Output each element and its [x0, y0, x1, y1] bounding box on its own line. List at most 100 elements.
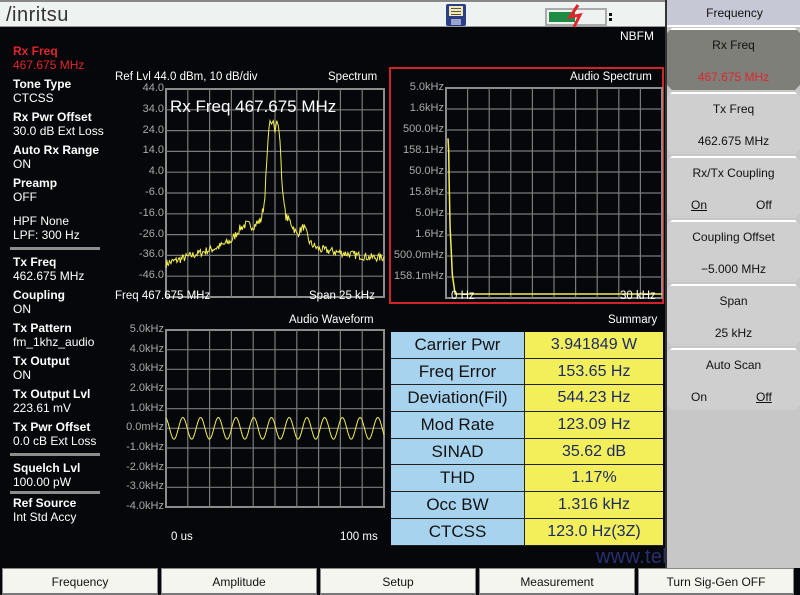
- param-tx-freq: Tx Freq 462.675 MHz: [13, 255, 113, 283]
- param-tx-pwr-offset: Tx Pwr Offset 0.0 cB Ext Loss: [13, 420, 113, 448]
- y-tick-label: 1.6Hz: [415, 228, 444, 240]
- divider: [10, 453, 100, 456]
- y-tick-label: 15.8Hz: [409, 186, 444, 198]
- summary-value: 544.23 Hz: [525, 385, 663, 412]
- softkey-tx-freq[interactable]: Tx Freq 462.675 MHz: [667, 92, 800, 154]
- summary-row-freq-error: Freq Error 153.65 Hz: [391, 358, 663, 386]
- option-on[interactable]: On: [691, 198, 707, 212]
- y-tick-label: -3.0kHz: [126, 480, 164, 493]
- softkey-value: 462.675 MHz: [697, 134, 770, 148]
- menu-measurement-button[interactable]: Measurement: [479, 568, 635, 595]
- summary-value: 3.941849 W: [525, 332, 663, 358]
- softkey-label: Span: [719, 294, 748, 308]
- param-value: ON: [13, 368, 31, 382]
- audio-spectrum-x-start: 0 Hz: [451, 290, 475, 302]
- param-label: Ref Source: [13, 496, 77, 510]
- y-tick-label: -2.0kHz: [126, 460, 164, 473]
- y-tick-label: 14.0: [142, 144, 164, 157]
- param-label: Auto Rx Range: [13, 143, 100, 157]
- menu-setup-button[interactable]: Setup: [320, 568, 476, 595]
- anritsu-logo: /inritsu: [6, 4, 69, 26]
- param-label: Squelch Lvl: [13, 461, 81, 475]
- param-label: Tx Freq: [13, 255, 57, 269]
- spectrum-span: Span 25 kHz: [309, 290, 375, 302]
- param-label: Tx Output Lvl: [13, 387, 91, 401]
- param-ref-source: Ref Source Int Std Accy: [13, 496, 113, 524]
- y-tick-label: 5.0kHz: [409, 81, 444, 93]
- summary-value: 1.316 kHz: [525, 492, 663, 518]
- audio-spectrum-plot[interactable]: [445, 87, 663, 299]
- param-value: 100.00 pW: [13, 475, 72, 489]
- turn-sig-gen-off-button[interactable]: Turn Sig-Gen OFF: [638, 568, 794, 595]
- divider: [10, 491, 100, 494]
- softkey-coupling-offset[interactable]: Coupling Offset −5.000 MHz: [667, 220, 800, 282]
- audio-waveform-plot[interactable]: [165, 329, 385, 508]
- summary-key: CTCSS: [391, 518, 525, 545]
- y-tick-label: 5.0Hz: [415, 207, 444, 219]
- softkey-auto-scan[interactable]: Auto Scan On Off: [667, 348, 800, 410]
- summary-key: THD: [391, 465, 525, 492]
- summary-key: Occ BW: [391, 492, 525, 518]
- divider: [10, 247, 100, 250]
- spectrum-center-freq: Freq 467.675 MHz: [115, 290, 211, 302]
- summary-row-carrier-pwr: Carrier Pwr 3.941849 W: [391, 332, 663, 359]
- softkey-span[interactable]: Span 25 kHz: [667, 284, 800, 346]
- param-coupling: Coupling ON: [13, 288, 113, 316]
- softkey-rx-tx-coupling[interactable]: Rx/Tx Coupling On Off: [667, 156, 800, 218]
- y-tick-label: -6.0: [145, 186, 164, 198]
- option-on[interactable]: On: [691, 390, 707, 404]
- param-label: Preamp: [13, 176, 58, 190]
- softkey-label: Tx Freq: [712, 102, 755, 116]
- param-label: Tone Type: [13, 77, 72, 91]
- param-label: Rx Freq: [13, 44, 58, 58]
- audio-waveform-x-start: 0 us: [171, 531, 193, 543]
- summary-value: 35.62 dB: [525, 438, 663, 465]
- summary-row-thd: THD 1.17%: [391, 465, 663, 493]
- summary-row-occ-bw: Occ BW 1.316 kHz: [391, 492, 663, 519]
- summary-table: Carrier Pwr 3.941849 W Freq Error 153.65 H…: [391, 332, 663, 546]
- spectrum-title: Spectrum: [328, 71, 378, 83]
- param-tone-type: Tone Type CTCSS: [13, 77, 113, 105]
- y-tick-label: -1.0kHz: [126, 441, 164, 453]
- hpf-value: HPF None: [13, 214, 70, 228]
- param-preamp: Preamp OFF: [13, 176, 113, 204]
- param-value: 0.0 cB Ext Loss: [13, 434, 97, 448]
- option-off[interactable]: Off: [756, 198, 772, 212]
- y-tick-label: -26.0: [138, 227, 164, 240]
- summary-key: Mod Rate: [391, 412, 525, 438]
- param-value: ON: [13, 302, 31, 316]
- y-tick-label: 1.0kHz: [129, 401, 164, 414]
- summary-value: 123.0 Hz(3Z): [525, 518, 663, 545]
- y-tick-label: 44.0: [142, 82, 164, 94]
- param-rx-freq: Rx Freq 467.675 MHz: [13, 44, 113, 72]
- spectrum-plot[interactable]: [165, 88, 385, 298]
- audio-spectrum-x-end: 30 kHz: [620, 290, 656, 302]
- save-icon[interactable]: [446, 4, 466, 26]
- y-tick-label: -4.0kHz: [126, 500, 164, 512]
- lpf-value: LPF: 300 Hz: [13, 228, 80, 242]
- menu-amplitude-button[interactable]: Amplitude: [161, 568, 317, 595]
- summary-row-ctcss: CTCSS 123.0 Hz(3Z): [391, 518, 663, 546]
- softkey-menu-title: Frequency: [667, 0, 800, 27]
- audio-spectrum-title: Audio Spectrum: [570, 71, 652, 83]
- summary-key: SINAD: [391, 438, 525, 465]
- param-value: 223.61 mV: [13, 401, 72, 415]
- param-value: 30.0 dB Ext Loss: [13, 124, 104, 138]
- bottom-menu-bar: Frequency Amplitude Setup Measurement Tu…: [0, 568, 800, 595]
- menu-frequency-button[interactable]: Frequency: [2, 568, 158, 595]
- param-value: fm_1khz_audio: [13, 335, 95, 349]
- battery-tip-icon: [609, 13, 612, 21]
- audio-waveform-x-end: 100 ms: [340, 531, 378, 543]
- y-tick-label: 50.0Hz: [409, 165, 444, 177]
- param-value: CTCSS: [13, 91, 54, 105]
- param-auto-rx-range: Auto Rx Range ON: [13, 143, 113, 171]
- param-tx-pattern: Tx Pattern fm_1khz_audio: [13, 321, 113, 349]
- y-tick-label: 158.1Hz: [403, 144, 444, 156]
- softkey-value: −5.000 MHz: [700, 262, 767, 276]
- softkey-rx-freq[interactable]: Rx Freq 467.675 MHz: [667, 28, 800, 90]
- summary-key: Freq Error: [391, 358, 525, 385]
- option-off[interactable]: Off: [756, 390, 772, 404]
- param-value: 467.675 MHz: [13, 58, 85, 72]
- summary-key: Deviation(Fil): [391, 385, 525, 412]
- mode-label: NBFM: [620, 29, 654, 43]
